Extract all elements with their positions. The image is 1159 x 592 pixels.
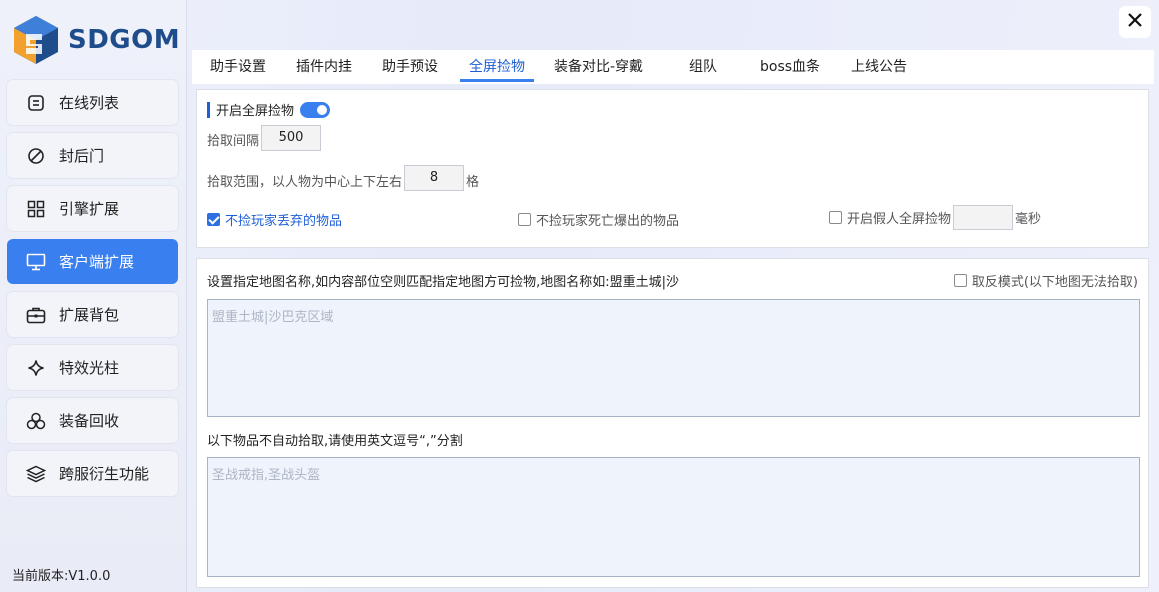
- interval-label: 拾取间隔: [207, 134, 260, 149]
- section-accent-bar: [207, 101, 210, 118]
- tab-boss-hp[interactable]: boss血条: [760, 50, 820, 84]
- tab-fullscreen-pickup[interactable]: 全屏捡物: [460, 50, 534, 84]
- range-label: 拾取范围，以人物为中心上下左右: [207, 175, 403, 190]
- opt-no-dropped-items[interactable]: 不捡玩家丢弃的物品: [207, 210, 342, 229]
- map-names-textarea[interactable]: 盟重土城|沙巴克区域: [207, 299, 1140, 417]
- bot-pickup-ms-input[interactable]: [953, 205, 1014, 230]
- sidebar-item-label: 客户端扩展: [59, 253, 135, 271]
- opt-bot-pickup[interactable]: 开启假人全屏捡物 毫秒: [829, 205, 1041, 230]
- sidebar-item-ext-bag[interactable]: 扩展背包: [7, 292, 178, 337]
- opt-bot-pickup-label: 开启假人全屏捡物: [847, 212, 952, 227]
- bot-pickup-ms-unit: 毫秒: [1015, 212, 1042, 227]
- sidebar-item-effect-pillar[interactable]: 特效光柱: [7, 345, 178, 390]
- sidebar-item-label: 装备回收: [59, 412, 120, 430]
- sidebar-item-label: 引擎扩展: [59, 200, 120, 218]
- sidebar-item-label: 在线列表: [59, 94, 120, 112]
- map-filter-panel: 设置指定地图名称,如内容部位空则匹配指定地图方可捡物,地图名称如:盟重土城|沙 …: [196, 258, 1149, 588]
- sidebar-item-equip-recycle[interactable]: 装备回收: [7, 398, 178, 443]
- list-icon: [25, 92, 47, 114]
- interval-input[interactable]: 500: [261, 125, 321, 151]
- tab-bar: 助手设置 插件内挂 助手预设 全屏捡物 装备对比-穿戴 组队 boss血条 上线…: [192, 50, 1154, 84]
- briefcase-icon: [25, 304, 47, 326]
- invert-mode-label: 取反模式(以下地图无法拾取): [971, 275, 1138, 290]
- range-unit: 格: [466, 175, 480, 190]
- sidebar-item-label: 跨服衍生功能: [59, 465, 150, 483]
- sidebar-item-online-list[interactable]: 在线列表: [7, 80, 178, 125]
- ban-icon: [25, 145, 47, 167]
- grid-icon: [25, 198, 47, 220]
- pickup-settings-panel: 开启全屏捡物 拾取间隔 500 拾取范围，以人物为中心上下左右 8 格 不捡玩家…: [196, 89, 1149, 248]
- range-input[interactable]: 8: [404, 165, 464, 191]
- sidebar-item-label: 特效光柱: [59, 359, 120, 377]
- brand-name: SDGOM: [68, 25, 181, 55]
- section-title: 开启全屏捡物: [207, 100, 331, 119]
- sidebar-item-label: 扩展背包: [59, 306, 120, 324]
- sidebar-item-cross-server[interactable]: 跨服衍生功能: [7, 451, 178, 496]
- sparkle-icon: [25, 357, 47, 379]
- close-button[interactable]: [1119, 6, 1151, 38]
- invert-mode[interactable]: 取反模式(以下地图无法拾取): [953, 271, 1138, 290]
- enable-pickup-label: 开启全屏捡物: [216, 104, 295, 119]
- enable-pickup-toggle[interactable]: [300, 101, 331, 118]
- sidebar-item-label: 封后门: [59, 147, 105, 165]
- sidebar-item-block-backdoor[interactable]: 封后门: [7, 133, 178, 178]
- tab-online-notice[interactable]: 上线公告: [851, 50, 907, 84]
- sidebar-item-engine-ext[interactable]: 引擎扩展: [7, 186, 178, 231]
- version-label: 当前版本:V1.0.0: [12, 569, 111, 584]
- exclude-items-label: 以下物品不自动拾取,请使用英文逗号“,”分割: [207, 434, 463, 449]
- checkbox[interactable]: [518, 213, 531, 226]
- exclude-items-textarea[interactable]: 圣战戒指,圣战头盔: [207, 457, 1140, 577]
- sidebar-item-client-ext[interactable]: 客户端扩展: [7, 239, 178, 284]
- map-filter-label: 设置指定地图名称,如内容部位空则匹配指定地图方可捡物,地图名称如:盟重土城|沙: [207, 275, 680, 290]
- logo-icon: [12, 14, 60, 66]
- opt-no-death-drops[interactable]: 不捡玩家死亡爆出的物品: [518, 210, 679, 229]
- checkbox-checked[interactable]: [207, 213, 220, 226]
- recycle-icon: [25, 410, 47, 432]
- tab-team[interactable]: 组队: [689, 50, 717, 84]
- checkbox[interactable]: [953, 274, 967, 287]
- tab-equip-compare[interactable]: 装备对比-穿戴: [554, 50, 643, 84]
- sidebar-nav: 在线列表 封后门 引擎扩展 客户端扩展 扩展背包 特效光柱 装备回收 跨服衍生功…: [7, 80, 178, 504]
- monitor-icon: [25, 251, 47, 273]
- layers-icon: [25, 463, 47, 485]
- close-icon: [1127, 12, 1143, 32]
- tab-assistant-preset[interactable]: 助手预设: [382, 50, 438, 84]
- brand-logo: SDGOM: [12, 13, 180, 67]
- opt-no-dropped-items-label: 不捡玩家丢弃的物品: [225, 214, 343, 229]
- tab-plugin[interactable]: 插件内挂: [296, 50, 352, 84]
- checkbox[interactable]: [829, 211, 842, 224]
- opt-no-death-drops-label: 不捡玩家死亡爆出的物品: [536, 214, 680, 229]
- sidebar: SDGOM 在线列表 封后门 引擎扩展 客户端扩展 扩展背包 特效光柱 装备回收…: [0, 0, 187, 592]
- tab-assistant-settings[interactable]: 助手设置: [210, 50, 266, 84]
